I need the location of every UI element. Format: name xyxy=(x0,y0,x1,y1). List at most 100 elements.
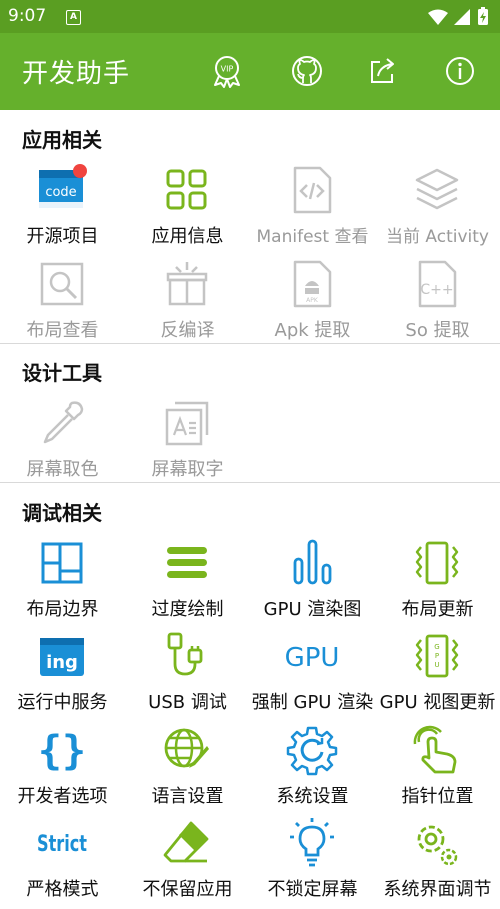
app-title: 开发助手 xyxy=(22,59,131,89)
tile-usb-debug[interactable]: USB 调试 xyxy=(125,630,250,722)
tile-label: 强制 GPU 渲染 xyxy=(251,692,374,713)
tile-label: 过度绘制 xyxy=(151,599,224,620)
tile-label: GPU 渲染图 xyxy=(263,599,362,620)
tile-label: So 提取 xyxy=(405,320,470,341)
apk-file-icon: APK xyxy=(293,260,332,308)
tile-system-settings[interactable]: 系统设置 xyxy=(250,724,375,816)
tile-label: USB 调试 xyxy=(148,692,227,713)
lightbulb-icon xyxy=(290,818,334,867)
tile-label: 指针位置 xyxy=(401,786,474,807)
tile-label: 反编译 xyxy=(160,320,215,341)
bar-chart-icon xyxy=(293,539,332,585)
tile-language[interactable]: 语言设置 xyxy=(125,724,250,816)
tile-so-extract[interactable]: C++ So 提取 xyxy=(375,258,500,350)
tile-label: 布局查看 xyxy=(26,320,99,341)
eyedropper-icon xyxy=(43,401,84,444)
tile-label: 应用信息 xyxy=(151,226,224,247)
svg-text:C++: C++ xyxy=(420,282,453,298)
tile-pointer[interactable]: 指针位置 xyxy=(375,724,500,816)
tile-screen-text[interactable]: 屏幕取字 xyxy=(125,397,250,489)
gear-icon xyxy=(286,726,338,776)
tile-label: 布局更新 xyxy=(401,599,474,620)
vip-icon[interactable]: VIP xyxy=(210,54,244,88)
usb-cable-icon xyxy=(167,632,203,676)
tile-overdraw[interactable]: 过度绘制 xyxy=(125,537,250,629)
tile-manifest[interactable]: Manifest 查看 xyxy=(250,164,375,256)
tile-open-source[interactable]: code 开源项目 xyxy=(0,164,125,256)
vibrate-frame-icon xyxy=(415,541,459,585)
tile-label: 开发者选项 xyxy=(17,786,108,807)
svg-text:VIP: VIP xyxy=(221,65,234,74)
tile-apk-extract[interactable]: APK Apk 提取 xyxy=(250,258,375,350)
divider xyxy=(0,343,500,344)
tile-running-services[interactable]: ing 运行中服务 xyxy=(0,630,125,722)
svg-text:{}: {} xyxy=(38,728,86,774)
tile-label: 开源项目 xyxy=(26,226,99,247)
tile-screen-color[interactable]: 屏幕取色 xyxy=(0,397,125,489)
tile-label: 屏幕取字 xyxy=(151,459,224,480)
svg-text:APK: APK xyxy=(306,297,319,304)
section-title-design: 设计工具 xyxy=(22,361,102,385)
gpu-vibrate-icon: G P U xyxy=(415,634,459,678)
svg-text:code: code xyxy=(45,185,76,200)
tile-layout-view[interactable]: 布局查看 xyxy=(0,258,125,350)
tile-strict-mode[interactable]: Strict 严格模式 xyxy=(0,817,125,909)
svg-text:U: U xyxy=(434,661,439,669)
tile-label: 严格模式 xyxy=(26,879,99,900)
tile-current-activity[interactable]: 当前 Activity xyxy=(375,164,500,256)
tile-label: 不保留应用 xyxy=(142,879,233,900)
tile-layout-update[interactable]: 布局更新 xyxy=(375,537,500,629)
tile-label: GPU 视图更新 xyxy=(379,692,496,713)
eraser-icon xyxy=(163,821,209,863)
svg-text:Strict: Strict xyxy=(37,832,87,857)
info-icon[interactable] xyxy=(443,54,477,88)
gears-icon xyxy=(417,825,458,866)
notification-app-icon: A xyxy=(66,10,81,25)
svg-text:P: P xyxy=(435,652,439,660)
svg-text:ing: ing xyxy=(46,652,78,673)
status-time: 9:07 xyxy=(8,6,47,26)
status-bar: 9:07 A xyxy=(0,0,500,33)
tile-label: 不锁定屏幕 xyxy=(267,879,358,900)
tile-label: 系统界面调节 xyxy=(383,879,492,900)
app-bar: 开发助手 VIP xyxy=(0,33,500,110)
tile-label: 屏幕取色 xyxy=(26,459,99,480)
tile-stay-awake[interactable]: 不锁定屏幕 xyxy=(250,817,375,909)
layout-bounds-icon xyxy=(41,542,83,584)
section-title-app: 应用相关 xyxy=(22,128,102,152)
file-code-icon xyxy=(293,166,332,214)
braces-icon: {} xyxy=(38,728,86,774)
tile-system-ui-tuner[interactable]: 系统界面调节 xyxy=(375,817,500,909)
layers-icon xyxy=(415,168,459,210)
github-icon[interactable] xyxy=(290,54,324,88)
tile-label: 运行中服务 xyxy=(17,692,108,713)
box-open-icon xyxy=(166,262,208,306)
touch-hand-icon xyxy=(413,725,457,774)
signal-icon xyxy=(454,9,470,25)
tile-label: 当前 Activity xyxy=(386,227,489,247)
tile-developer-options[interactable]: {} 开发者选项 xyxy=(0,724,125,816)
svg-text:GPU: GPU xyxy=(286,643,338,673)
tile-layout-bounds[interactable]: 布局边界 xyxy=(0,537,125,629)
svg-text:G: G xyxy=(434,643,439,651)
code-icon: code xyxy=(39,164,87,208)
gpu-text-icon: GPU xyxy=(286,643,338,673)
text-capture-icon xyxy=(165,401,209,446)
tile-no-keep-activities[interactable]: 不保留应用 xyxy=(125,817,250,909)
cpp-file-icon: C++ xyxy=(418,260,457,308)
ing-icon: ing xyxy=(40,638,84,676)
tile-label: Apk 提取 xyxy=(274,320,351,341)
menu-bars-icon xyxy=(167,547,207,578)
divider xyxy=(0,482,500,483)
tile-label: 语言设置 xyxy=(151,786,224,807)
globe-edit-icon xyxy=(164,728,209,768)
tile-app-info[interactable]: 应用信息 xyxy=(125,164,250,256)
share-icon[interactable] xyxy=(366,54,400,88)
tile-decompile[interactable]: 反编译 xyxy=(125,258,250,350)
tile-label: 系统设置 xyxy=(276,786,349,807)
tile-force-gpu[interactable]: GPU 强制 GPU 渲染 xyxy=(250,630,375,722)
system-status-icons xyxy=(428,7,488,25)
tile-gpu-render[interactable]: GPU 渲染图 xyxy=(250,537,375,629)
wifi-icon xyxy=(428,9,448,25)
tile-gpu-view-update[interactable]: G P U GPU 视图更新 xyxy=(375,630,500,722)
